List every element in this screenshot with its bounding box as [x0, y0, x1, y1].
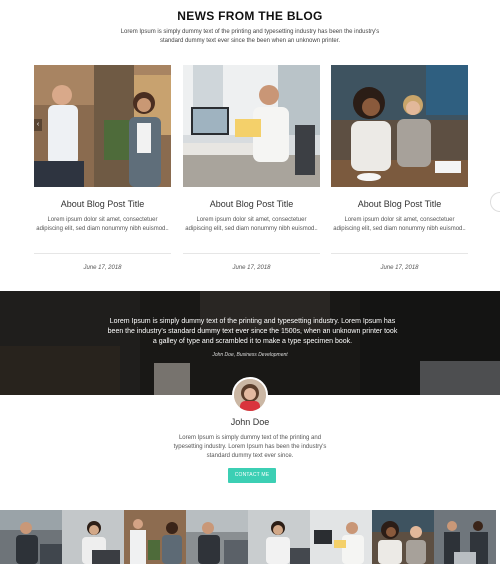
blog-card-excerpt: Lorem ipsum dolor sit amet, consectetuer… [36, 217, 169, 232]
avatar [232, 377, 268, 413]
profile-description: Lorem Ipsum is simply dummy text of the … [173, 435, 327, 459]
blog-card-3[interactable]: About Blog Post Title Lorem ipsum dolor … [331, 65, 468, 290]
divider [34, 253, 171, 254]
blog-card-title[interactable]: About Blog Post Title [183, 199, 320, 209]
chevron-left-icon[interactable]: ‹ [34, 119, 42, 131]
gallery-thumb[interactable] [372, 510, 434, 564]
blog-card-title[interactable]: About Blog Post Title [34, 199, 171, 209]
testimonial-author: John Doe, Business Development [212, 352, 288, 358]
blog-card-2[interactable]: About Blog Post Title Lorem ipsum dolor … [183, 65, 320, 290]
profile-section: John Doe Lorem Ipsum is simply dummy tex… [0, 377, 500, 510]
blog-card-date: June 17, 2018 [83, 265, 122, 271]
blog-card-excerpt: Lorem ipsum dolor sit amet, consectetuer… [333, 217, 466, 232]
blog-intro: Lorem Ipsum is simply dummy text of the … [120, 29, 380, 44]
divider [183, 253, 320, 254]
gallery-thumb[interactable] [434, 510, 496, 564]
blog-card-1[interactable]: ‹ About Blog Post Title Lorem ipsum dolo… [34, 65, 171, 290]
blog-card-image[interactable] [331, 65, 468, 187]
blog-card-date: June 17, 2018 [232, 265, 271, 271]
gallery-thumb[interactable] [124, 510, 186, 564]
gallery-thumb[interactable] [248, 510, 310, 564]
scroll-handle-icon[interactable] [490, 192, 500, 212]
blog-card-title[interactable]: About Blog Post Title [331, 199, 468, 209]
profile-name: John Doe [230, 417, 270, 427]
blog-card-date: June 17, 2018 [380, 265, 419, 271]
gallery-thumb[interactable] [186, 510, 248, 564]
blog-card-excerpt: Lorem ipsum dolor sit amet, consectetuer… [185, 217, 318, 232]
divider [331, 253, 468, 254]
gallery-thumb[interactable] [62, 510, 124, 564]
gallery-thumb[interactable] [0, 510, 62, 564]
photo-gallery-strip [0, 510, 500, 564]
blog-section: NEWS FROM THE BLOG Lorem Ipsum is simply… [0, 0, 500, 291]
blog-card-image[interactable]: ‹ [34, 65, 171, 187]
gallery-thumb[interactable] [310, 510, 372, 564]
testimonial-quote: Lorem Ipsum is simply dummy text of the … [107, 318, 398, 345]
blog-card-image[interactable] [183, 65, 320, 187]
blog-heading: NEWS FROM THE BLOG [177, 9, 323, 23]
contact-me-button[interactable]: CONTACT ME [228, 468, 276, 483]
